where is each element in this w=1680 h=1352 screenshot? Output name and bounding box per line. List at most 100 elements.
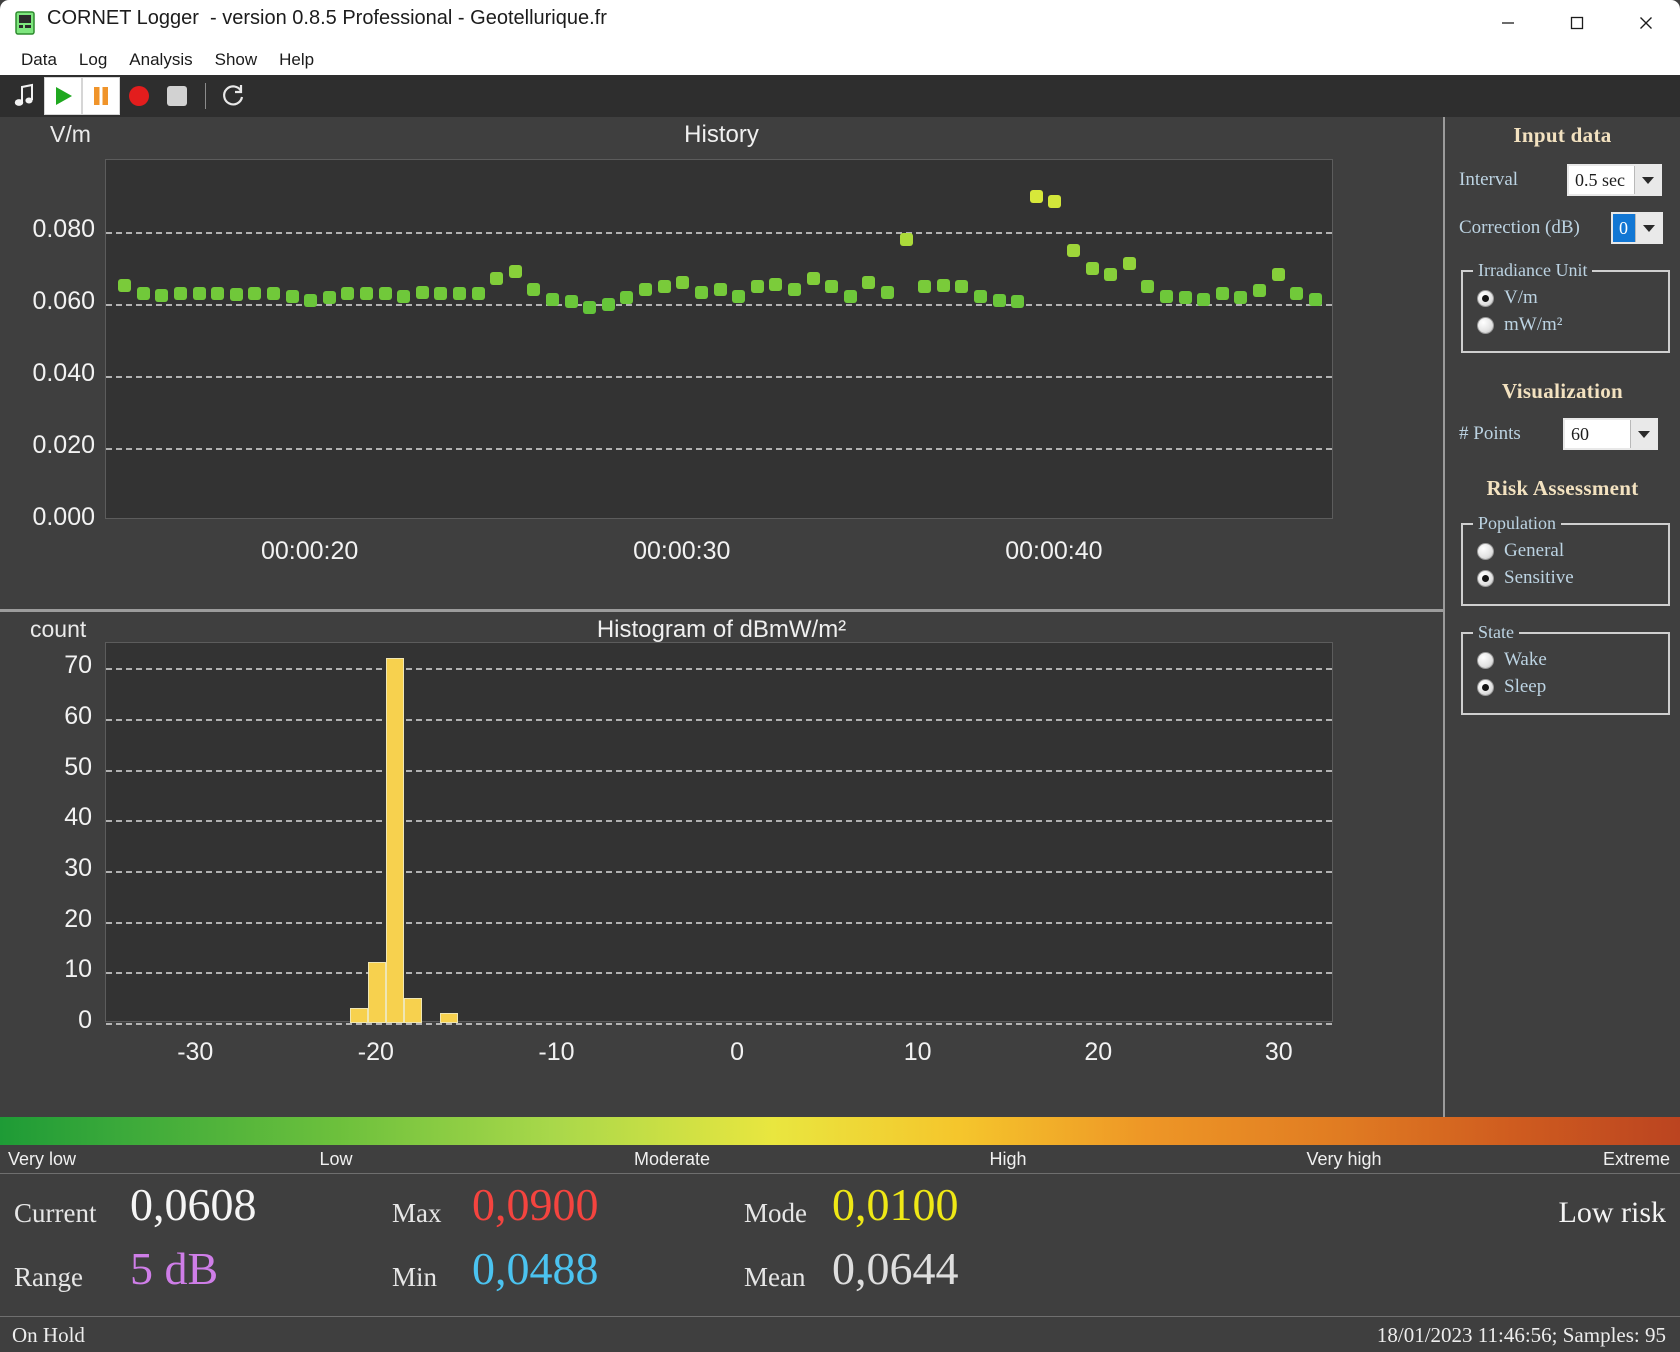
data-point xyxy=(434,287,447,300)
close-button[interactable] xyxy=(1611,0,1680,46)
sound-button[interactable] xyxy=(6,77,44,115)
data-point xyxy=(1290,287,1303,300)
data-point xyxy=(248,287,261,300)
data-point xyxy=(1309,293,1322,306)
gridline xyxy=(106,376,1332,378)
data-point xyxy=(639,283,652,296)
data-point xyxy=(1048,195,1061,208)
gridline xyxy=(106,972,1332,974)
y-tick-label: 40 xyxy=(0,803,92,832)
toolbar-separator xyxy=(205,83,206,109)
histogram-bar xyxy=(368,962,386,1023)
menu-data[interactable]: Data xyxy=(10,49,68,72)
y-tick-label: 0.000 xyxy=(0,503,95,532)
data-point xyxy=(1272,268,1285,281)
risk-scale-label: Moderate xyxy=(612,1149,732,1170)
histogram-bar xyxy=(404,998,422,1023)
data-point xyxy=(1067,244,1080,257)
stop-button[interactable] xyxy=(158,77,196,115)
menu-show[interactable]: Show xyxy=(204,49,269,72)
history-plot-area[interactable] xyxy=(105,159,1333,519)
histogram-title: Histogram of dBmW/m² xyxy=(0,616,1443,644)
statistics-area: Low risk Current0,0608Range5 dBMax0,0900… xyxy=(0,1174,1680,1314)
data-point xyxy=(379,287,392,300)
menu-analysis[interactable]: Analysis xyxy=(118,49,203,72)
data-point xyxy=(1234,291,1247,304)
stat-min-label: Min xyxy=(392,1262,437,1293)
data-point xyxy=(1030,190,1043,203)
play-button[interactable] xyxy=(44,77,82,115)
stat-max-label: Max xyxy=(392,1198,442,1229)
data-point xyxy=(918,280,931,293)
stat-mean-value: 0,0644 xyxy=(832,1246,959,1292)
radio-population-sensitive[interactable]: Sensitive xyxy=(1477,567,1660,589)
chevron-down-icon[interactable] xyxy=(1630,420,1656,448)
data-point xyxy=(1179,291,1192,304)
chevron-down-icon[interactable] xyxy=(1634,166,1660,194)
stat-current-label: Current xyxy=(14,1198,96,1229)
reset-button[interactable] xyxy=(215,77,253,115)
data-point xyxy=(993,294,1006,307)
menu-help[interactable]: Help xyxy=(268,49,325,72)
correction-value: 0 xyxy=(1613,214,1635,242)
radio-label: Sensitive xyxy=(1504,567,1574,589)
stat-current-value: 0,0608 xyxy=(130,1182,257,1228)
data-point xyxy=(881,286,894,299)
y-tick-label: 50 xyxy=(0,753,92,782)
data-point xyxy=(118,279,131,292)
data-point xyxy=(211,287,224,300)
data-point xyxy=(900,233,913,246)
minimize-button[interactable] xyxy=(1473,0,1542,46)
x-tick-label: 00:00:40 xyxy=(954,537,1154,566)
status-info: 18/01/2023 11:46:56; Samples: 95 xyxy=(1377,1323,1666,1348)
input-data-heading: Input data xyxy=(1445,123,1680,148)
histogram-plot-area[interactable] xyxy=(105,642,1333,1022)
data-point xyxy=(1216,287,1229,300)
radio-state-sleep[interactable]: Sleep xyxy=(1477,676,1660,698)
histogram-bar xyxy=(350,1008,368,1023)
maximize-button[interactable] xyxy=(1542,0,1611,46)
risk-scale-label: Very high xyxy=(1284,1149,1404,1170)
window-title: CORNET Logger - version 0.8.5 Profession… xyxy=(47,7,607,30)
data-point xyxy=(416,286,429,299)
record-button[interactable] xyxy=(120,77,158,115)
data-point xyxy=(509,265,522,278)
state-legend: State xyxy=(1473,622,1519,643)
window-buttons xyxy=(1473,0,1680,46)
data-point xyxy=(397,290,410,303)
radio-irradiance-mwm2[interactable]: mW/m² xyxy=(1477,314,1660,336)
correction-select[interactable]: 0 xyxy=(1611,212,1663,244)
data-point xyxy=(286,290,299,303)
radio-population-general[interactable]: General xyxy=(1477,540,1660,562)
data-point xyxy=(862,276,875,289)
menu-log[interactable]: Log xyxy=(68,49,118,72)
interval-select[interactable]: 0.5 sec xyxy=(1567,164,1662,196)
x-tick-label: -30 xyxy=(95,1038,295,1067)
stat-range-value: 5 dB xyxy=(130,1246,218,1292)
chevron-down-icon[interactable] xyxy=(1635,214,1661,242)
correction-row: Correction (dB) 0 xyxy=(1459,212,1680,244)
x-tick-label: 00:00:30 xyxy=(582,537,782,566)
stat-mode-label: Mode xyxy=(744,1198,807,1229)
sidebar: Input data Interval 0.5 sec Correction (… xyxy=(1445,117,1680,1117)
data-point xyxy=(769,278,782,291)
pause-button[interactable] xyxy=(82,77,120,115)
radio-icon-unselected xyxy=(1477,543,1494,560)
stat-mean-label: Mean xyxy=(744,1262,805,1293)
data-point xyxy=(490,272,503,285)
data-point xyxy=(1160,290,1173,303)
data-point xyxy=(193,287,206,300)
radio-state-wake[interactable]: Wake xyxy=(1477,649,1660,671)
y-tick-label: 0.080 xyxy=(0,215,95,244)
radio-label: General xyxy=(1504,540,1564,562)
history-title: History xyxy=(0,121,1443,149)
points-select[interactable]: 60 xyxy=(1563,418,1658,450)
data-point xyxy=(676,276,689,289)
radio-label: V/m xyxy=(1504,287,1538,309)
risk-scale-label: Very low xyxy=(8,1149,76,1170)
y-tick-label: 20 xyxy=(0,905,92,934)
histogram-panel: Histogram of dBmW/m² count 0102030405060… xyxy=(0,612,1443,1117)
toolbar xyxy=(0,75,1680,117)
radio-irradiance-vm[interactable]: V/m xyxy=(1477,287,1660,309)
menu-bar: Data Log Analysis Show Help xyxy=(0,46,1680,75)
